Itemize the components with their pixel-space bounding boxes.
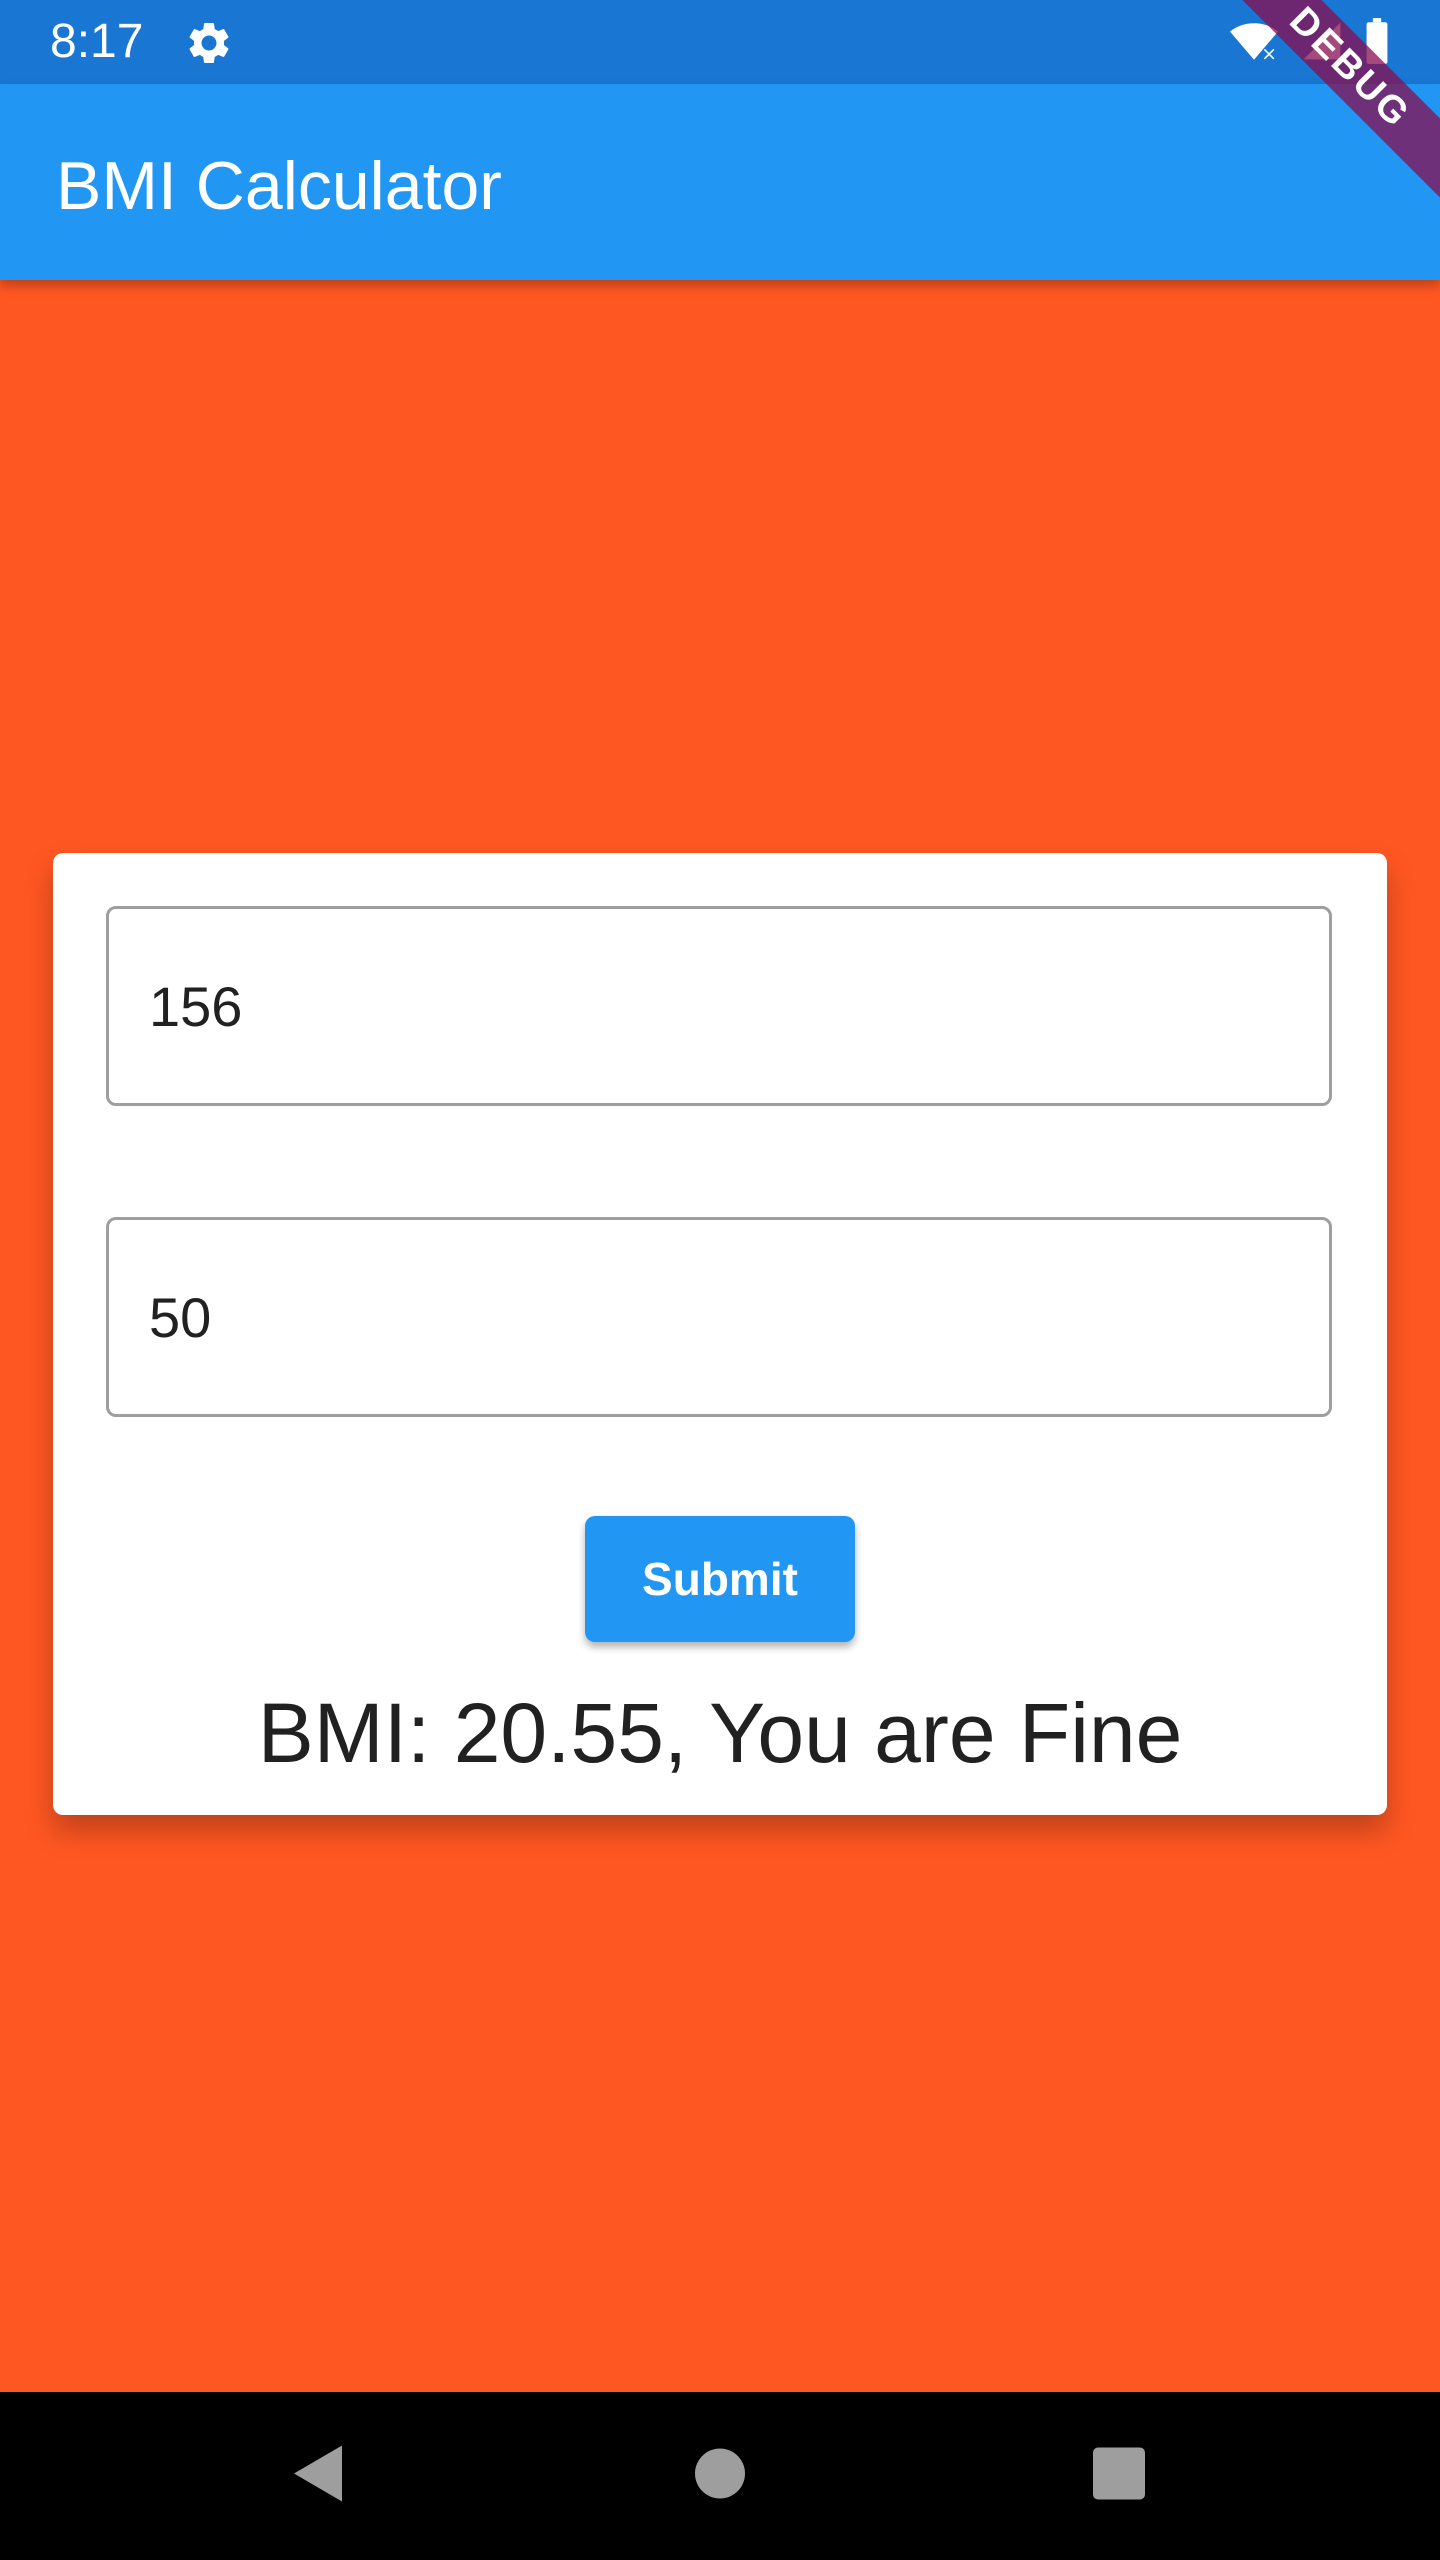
bmi-result-text: BMI: 20.55, You are Fine bbox=[257, 1686, 1183, 1780]
height-input[interactable] bbox=[106, 906, 1332, 1106]
submit-button[interactable]: Submit bbox=[585, 1516, 855, 1642]
main-content: Submit BMI: 20.55, You are Fine bbox=[0, 280, 1440, 2392]
recents-icon[interactable] bbox=[1092, 2447, 1146, 2506]
gear-icon bbox=[184, 18, 234, 68]
app-bar: BMI Calculator bbox=[0, 84, 1440, 280]
status-bar: 8:17 × bbox=[0, 0, 1440, 84]
svg-text:×: × bbox=[1261, 43, 1277, 64]
system-nav-bar bbox=[0, 2392, 1440, 2560]
status-time: 8:17 bbox=[50, 15, 144, 68]
home-icon[interactable] bbox=[694, 2448, 746, 2505]
bmi-card: Submit BMI: 20.55, You are Fine bbox=[53, 853, 1387, 1815]
weight-input[interactable] bbox=[106, 1217, 1332, 1417]
page-title: BMI Calculator bbox=[56, 148, 502, 224]
back-icon[interactable] bbox=[290, 2442, 346, 2511]
